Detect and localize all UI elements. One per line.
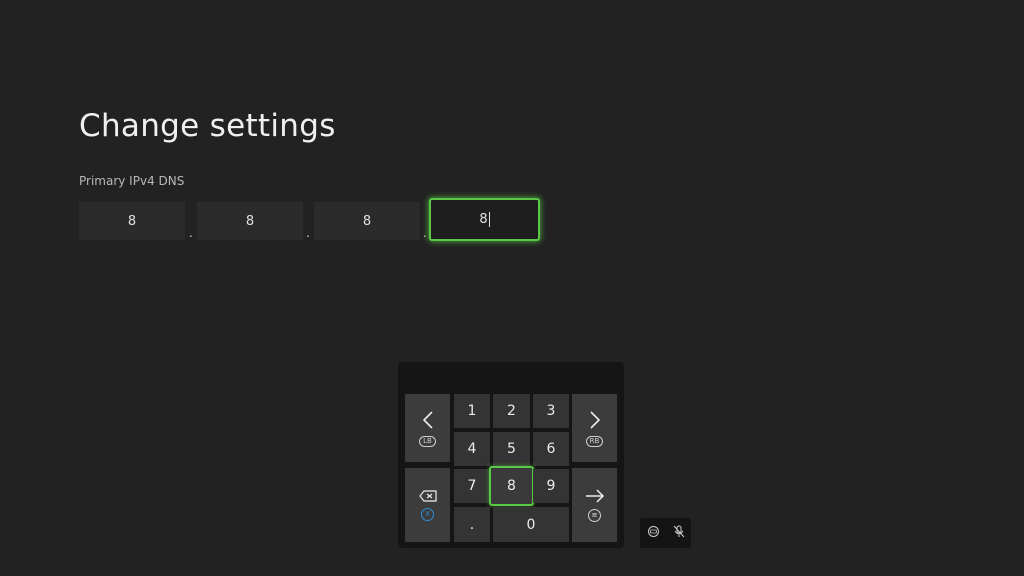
- key-1[interactable]: 1: [454, 394, 490, 428]
- page-title: Change settings: [79, 108, 336, 144]
- dot-separator: .: [189, 226, 193, 240]
- backspace-key[interactable]: X: [405, 468, 450, 542]
- rb-hint: RB: [585, 435, 604, 447]
- chevron-left-icon: [422, 410, 433, 429]
- key-6[interactable]: 6: [533, 432, 569, 466]
- key-dot[interactable]: .: [454, 507, 490, 542]
- lb-hint: LB: [419, 435, 436, 447]
- input-toolbar: [640, 518, 691, 548]
- dns-octet-4-value: 8: [479, 212, 488, 227]
- menu-button-hint: ≡: [588, 508, 601, 522]
- x-button-hint: X: [421, 507, 434, 521]
- backspace-icon: [418, 489, 437, 502]
- controller-icon[interactable]: [647, 526, 660, 540]
- key-3[interactable]: 3: [533, 394, 569, 428]
- dns-label: Primary IPv4 DNS: [79, 174, 185, 188]
- enter-key[interactable]: ≡: [572, 468, 617, 542]
- text-cursor: [488, 212, 490, 227]
- dot-separator: .: [423, 226, 427, 240]
- next-field-key[interactable]: RB: [572, 394, 617, 462]
- key-9[interactable]: 9: [533, 469, 569, 503]
- key-7[interactable]: 7: [454, 469, 490, 503]
- dns-octet-3[interactable]: 8: [314, 202, 420, 240]
- numeric-keypad: LB X 1 2 3 4 5 6 7 8 9 . 0 RB ≡: [398, 362, 624, 548]
- arrow-right-icon: [585, 488, 604, 503]
- dns-octet-2[interactable]: 8: [197, 202, 303, 240]
- mic-off-icon[interactable]: [673, 525, 685, 541]
- key-5[interactable]: 5: [493, 432, 530, 466]
- dns-octet-1[interactable]: 8: [79, 202, 185, 240]
- dns-octet-4[interactable]: 8: [429, 198, 540, 241]
- previous-field-key[interactable]: LB: [405, 394, 450, 462]
- key-4[interactable]: 4: [454, 432, 490, 466]
- chevron-right-icon: [589, 410, 600, 429]
- key-2[interactable]: 2: [493, 394, 530, 428]
- dot-separator: .: [306, 226, 310, 240]
- key-0[interactable]: 0: [493, 507, 569, 542]
- key-8[interactable]: 8: [489, 466, 534, 506]
